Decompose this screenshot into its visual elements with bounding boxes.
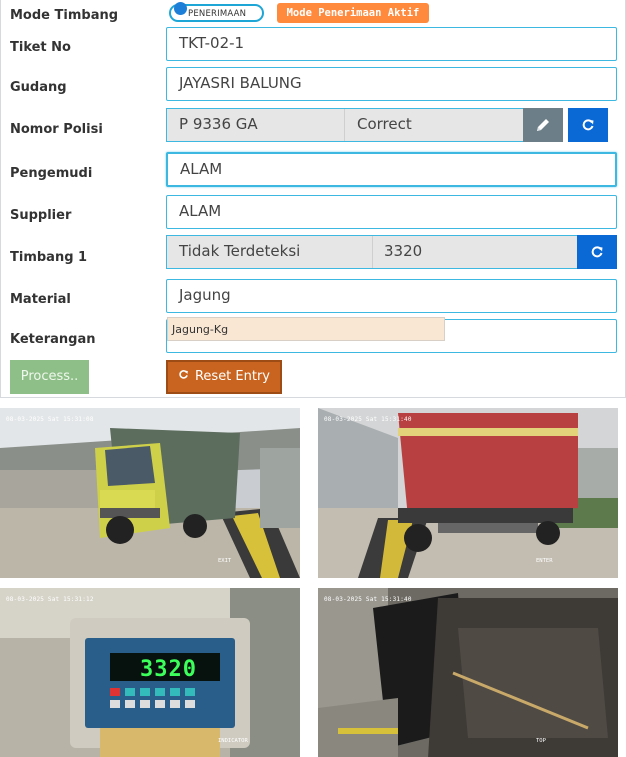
supplier-label: Supplier: [10, 208, 72, 223]
tiket-label: Tiket No: [10, 40, 71, 55]
camera-timestamp: 08-03-2025 Sat 15:31:12: [6, 596, 94, 603]
timbang1-field[interactable]: Tidak Terdeteksi 3320: [166, 235, 578, 269]
toggle-knob: [174, 2, 187, 15]
refresh-icon: [582, 119, 594, 131]
camera-enter-image: [318, 408, 618, 578]
nopol-label: Nomor Polisi: [10, 122, 103, 137]
edit-nopol-button[interactable]: [523, 108, 563, 142]
nopol-value: P 9336 GA: [179, 115, 258, 133]
camera-enter[interactable]: 08-03-2025 Sat 15:31:40 ENTER: [318, 408, 618, 578]
camera-tag: TOP: [536, 738, 546, 744]
supplier-value: ALAM: [179, 202, 222, 220]
camera-timestamp: 08-03-2025 Sat 15:31:40: [324, 416, 412, 423]
camera-tag: ENTER: [536, 558, 553, 564]
gudang-label: Gudang: [10, 80, 67, 95]
refresh-timbang-button[interactable]: [577, 235, 617, 269]
timbang-value: 3320: [384, 242, 423, 260]
pengemudi-label: Pengemudi: [10, 166, 93, 181]
gudang-field[interactable]: JAYASRI BALUNG: [166, 67, 617, 101]
nopol-divider: [344, 109, 345, 141]
camera-top-image: [318, 588, 618, 757]
camera-tag: INDICATOR: [218, 738, 248, 744]
refresh-icon: [591, 246, 603, 258]
material-field[interactable]: Jagung: [166, 279, 617, 313]
material-value: Jagung: [179, 286, 231, 304]
gudang-value: JAYASRI BALUNG: [179, 74, 302, 92]
material-label: Material: [10, 292, 71, 307]
camera-top[interactable]: 08-03-2025 Sat 15:31:40 TOP: [318, 588, 618, 757]
pengemudi-value: ALAM: [180, 160, 223, 178]
timbang1-label: Timbang 1: [10, 250, 88, 265]
refresh-icon: [178, 362, 189, 392]
material-suggestion-item[interactable]: Jagung-Kg: [167, 317, 445, 341]
camera-exit[interactable]: 08-03-2025 Sat 15:31:08 EXIT: [0, 408, 300, 578]
tiket-field[interactable]: TKT-02-1: [166, 27, 617, 61]
mode-toggle[interactable]: PENERIMAAN: [169, 2, 264, 22]
tiket-value: TKT-02-1: [179, 34, 245, 52]
nopol-status: Correct: [357, 115, 412, 133]
indicator-display: 3320: [140, 657, 197, 682]
keterangan-label: Keterangan: [10, 332, 96, 347]
camera-timestamp: 08-03-2025 Sat 15:31:08: [6, 416, 94, 423]
pengemudi-field[interactable]: ALAM: [166, 152, 617, 187]
camera-timestamp: 08-03-2025 Sat 15:31:40: [324, 596, 412, 603]
supplier-field[interactable]: ALAM: [166, 195, 617, 229]
pencil-icon: [537, 119, 549, 131]
camera-indicator[interactable]: 3320 08-03-2025 Sat 15:31:12 INDICATOR: [0, 588, 300, 757]
mode-label: Mode Timbang: [10, 8, 119, 23]
reset-label: Reset Entry: [194, 369, 271, 384]
refresh-nopol-button[interactable]: [568, 108, 608, 142]
timbang-status: Tidak Terdeteksi: [179, 242, 301, 260]
weighbridge-form: Mode Timbang PENERIMAAN Mode Penerimaan …: [0, 0, 626, 398]
timbang-divider: [372, 236, 373, 268]
reset-entry-button[interactable]: Reset Entry: [166, 360, 282, 394]
camera-tag: EXIT: [218, 558, 232, 564]
camera-exit-image: [0, 408, 300, 578]
mode-badge: Mode Penerimaan Aktif: [277, 3, 429, 23]
process-button[interactable]: Process..: [10, 360, 89, 394]
toggle-label: PENERIMAAN: [188, 9, 247, 19]
nopol-field[interactable]: P 9336 GA Correct: [166, 108, 524, 142]
